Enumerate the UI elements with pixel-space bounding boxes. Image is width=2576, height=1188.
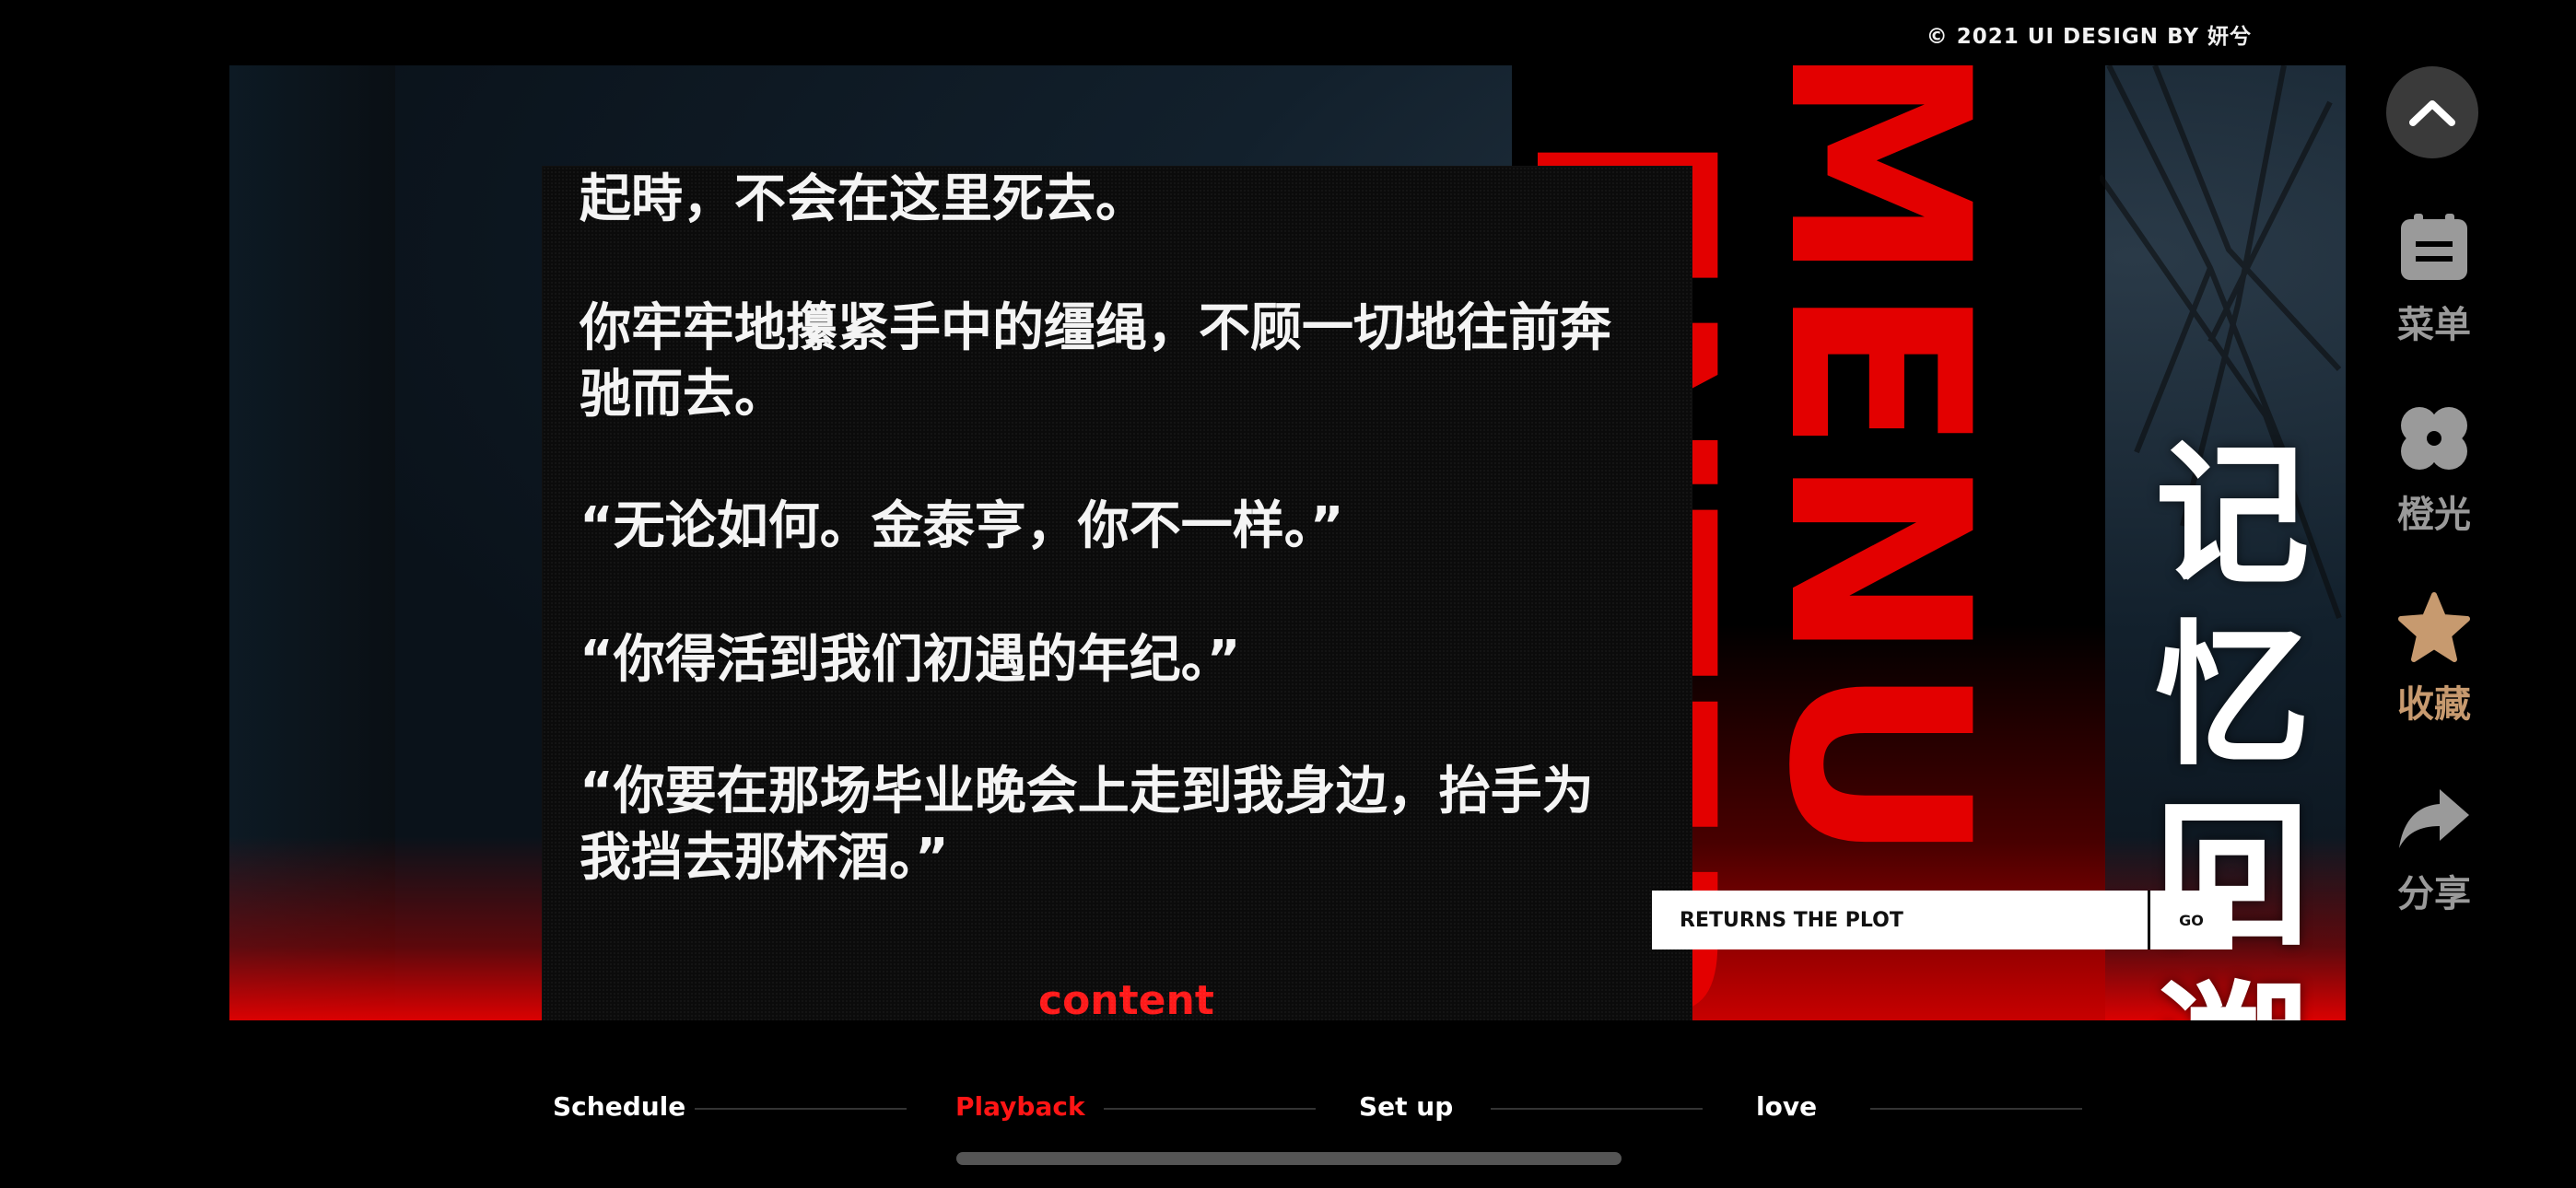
tab-set-up[interactable]: Set up [1359, 1091, 1453, 1122]
orange-light-button[interactable]: 橙光 [2386, 402, 2482, 538]
stage-background: MENU ENTER 起時，不会在这里死去。 你牢牢地攥紧手中的缰绳，不顾一切地… [229, 65, 2346, 1020]
share-arrow-icon [2399, 789, 2469, 848]
tab-schedule[interactable]: Schedule [553, 1091, 685, 1122]
side-action-bar: 菜单 橙光 收藏 分享 [2386, 66, 2482, 917]
return-plot-field[interactable]: RETURNS THE PLOT [1652, 891, 2148, 949]
tab-love[interactable]: love [1756, 1091, 1817, 1122]
collect-label: 收藏 [2397, 683, 2471, 726]
menu-card-icon [2401, 214, 2467, 280]
return-plot-bar: RETURNS THE PLOT GO [1652, 891, 2232, 949]
tab-divider [1870, 1108, 2082, 1110]
go-button[interactable]: GO [2148, 891, 2232, 949]
scroll-up-button[interactable] [2386, 66, 2478, 158]
background-word-menu: MENU [1734, 65, 2021, 867]
orange-light-label: 橙光 [2397, 494, 2471, 536]
home-indicator[interactable] [956, 1152, 1622, 1165]
clover-icon [2401, 407, 2467, 470]
tab-divider [1104, 1108, 1316, 1110]
story-paragraph: 你牢牢地攥紧手中的缰绳，不顾一切地往前奔驰而去。 [580, 298, 1611, 425]
collect-button[interactable]: 收藏 [2386, 591, 2482, 728]
story-paragraph: “无论如何。金泰亨，你不一样。” [580, 496, 1344, 556]
share-label: 分享 [2397, 873, 2471, 915]
star-icon [2398, 592, 2470, 662]
story-paragraph: “你得活到我们初遇的年纪。” [580, 630, 1241, 690]
story-paragraph: 起時，不会在这里死去。 [580, 169, 1147, 229]
design-credit: © 2021 UI DESIGN BY 妍兮 [1926, 25, 2252, 49]
chapter-title-line: 记忆 [2155, 424, 2310, 786]
story-text-card[interactable]: 起時，不会在这里死去。 你牢牢地攥紧手中的缰绳，不顾一切地往前奔驰而去。 “无论… [543, 167, 1692, 1020]
story-paragraph: “你要在那场毕业晚会上走到我身边，抬手为我挡去那杯酒。” [580, 762, 1594, 888]
bottom-tab-bar: Schedule Playback Set up love [553, 1091, 2082, 1128]
content-link[interactable]: content [1038, 977, 1214, 1020]
menu-label: 菜单 [2397, 304, 2471, 346]
chevron-up-icon [2409, 100, 2455, 126]
menu-button[interactable]: 菜单 [2386, 212, 2482, 348]
tab-playback[interactable]: Playback [955, 1091, 1085, 1122]
tab-divider [695, 1108, 907, 1110]
tab-divider [1491, 1108, 1703, 1110]
share-button[interactable]: 分享 [2386, 781, 2482, 917]
